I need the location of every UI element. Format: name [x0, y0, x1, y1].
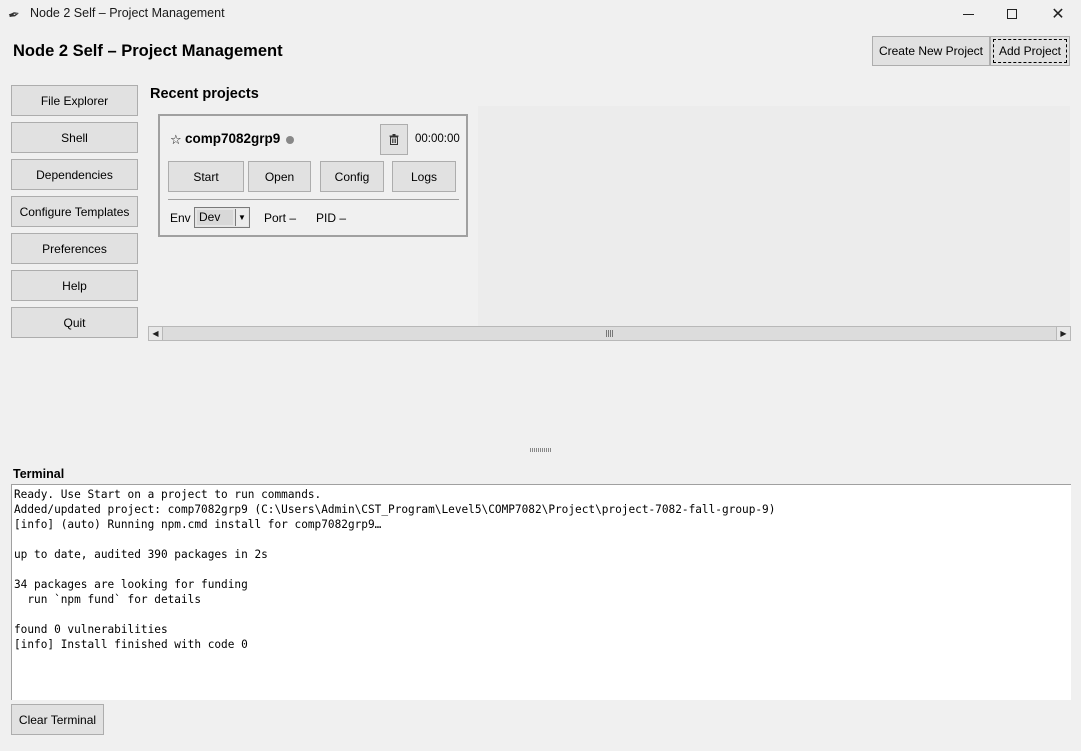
sidebar-item-preferences[interactable]: Preferences: [11, 233, 138, 264]
dropdown-arrow-icon[interactable]: ▼: [235, 209, 248, 226]
scrollbar-thumb[interactable]: [163, 327, 1056, 340]
maximize-button[interactable]: [989, 0, 1035, 28]
close-icon: ✕: [1051, 4, 1065, 23]
env-select[interactable]: Dev ▼: [194, 207, 250, 228]
trash-icon: [389, 134, 399, 145]
star-icon[interactable]: ☆: [170, 132, 182, 148]
close-button[interactable]: ✕: [1035, 0, 1081, 28]
window-title: Node 2 Self – Project Management: [30, 6, 225, 20]
terminal-label: Terminal: [13, 467, 65, 481]
scroll-right-icon[interactable]: ▶: [1056, 327, 1070, 340]
env-label: Env: [170, 211, 191, 225]
projects-horizontal-scrollbar[interactable]: ◀ ▶: [148, 326, 1071, 341]
title-bar[interactable]: ✒ Node 2 Self – Project Management ✕: [0, 0, 1081, 28]
sidebar-item-file-explorer[interactable]: File Explorer: [11, 85, 138, 116]
projects-canvas-area: [478, 106, 1070, 326]
scroll-left-icon[interactable]: ◀: [149, 327, 163, 340]
sidebar-item-quit[interactable]: Quit: [11, 307, 138, 338]
minimize-button[interactable]: [945, 0, 991, 28]
sidebar-item-shell[interactable]: Shell: [11, 122, 138, 153]
sidebar-item-help[interactable]: Help: [11, 270, 138, 301]
sidebar-item-dependencies[interactable]: Dependencies: [11, 159, 138, 190]
recent-projects-heading: Recent projects: [150, 86, 259, 102]
clear-terminal-button[interactable]: Clear Terminal: [11, 704, 104, 735]
status-indicator: [286, 136, 294, 144]
pid-label: PID –: [316, 211, 347, 225]
feather-icon: ✒: [6, 5, 22, 24]
start-button[interactable]: Start: [168, 161, 244, 192]
grip-icon: [605, 330, 614, 337]
add-project-button[interactable]: Add Project: [990, 36, 1070, 66]
maximize-icon: [1007, 9, 1017, 19]
pane-splitter-handle[interactable]: [530, 448, 551, 452]
page-title: Node 2 Self – Project Management: [13, 42, 283, 60]
terminal-text: Ready. Use Start on a project to run com…: [14, 488, 776, 651]
config-button[interactable]: Config: [320, 161, 384, 192]
minimize-icon: [962, 13, 974, 15]
terminal-output[interactable]: Ready. Use Start on a project to run com…: [11, 484, 1071, 700]
card-divider: [168, 199, 459, 200]
create-new-project-button[interactable]: Create New Project: [872, 36, 990, 66]
uptime-timer: 00:00:00: [415, 133, 460, 145]
env-selected-value: Dev: [197, 210, 233, 225]
logs-button[interactable]: Logs: [392, 161, 456, 192]
open-button[interactable]: Open: [248, 161, 311, 192]
delete-project-button[interactable]: [380, 124, 408, 155]
sidebar-item-configure-templates[interactable]: Configure Templates: [11, 196, 138, 227]
project-name: comp7082grp9: [185, 131, 281, 146]
port-label: Port –: [264, 211, 297, 225]
project-card: ☆ comp7082grp9 00:00:00 Start Open Confi…: [158, 114, 468, 237]
